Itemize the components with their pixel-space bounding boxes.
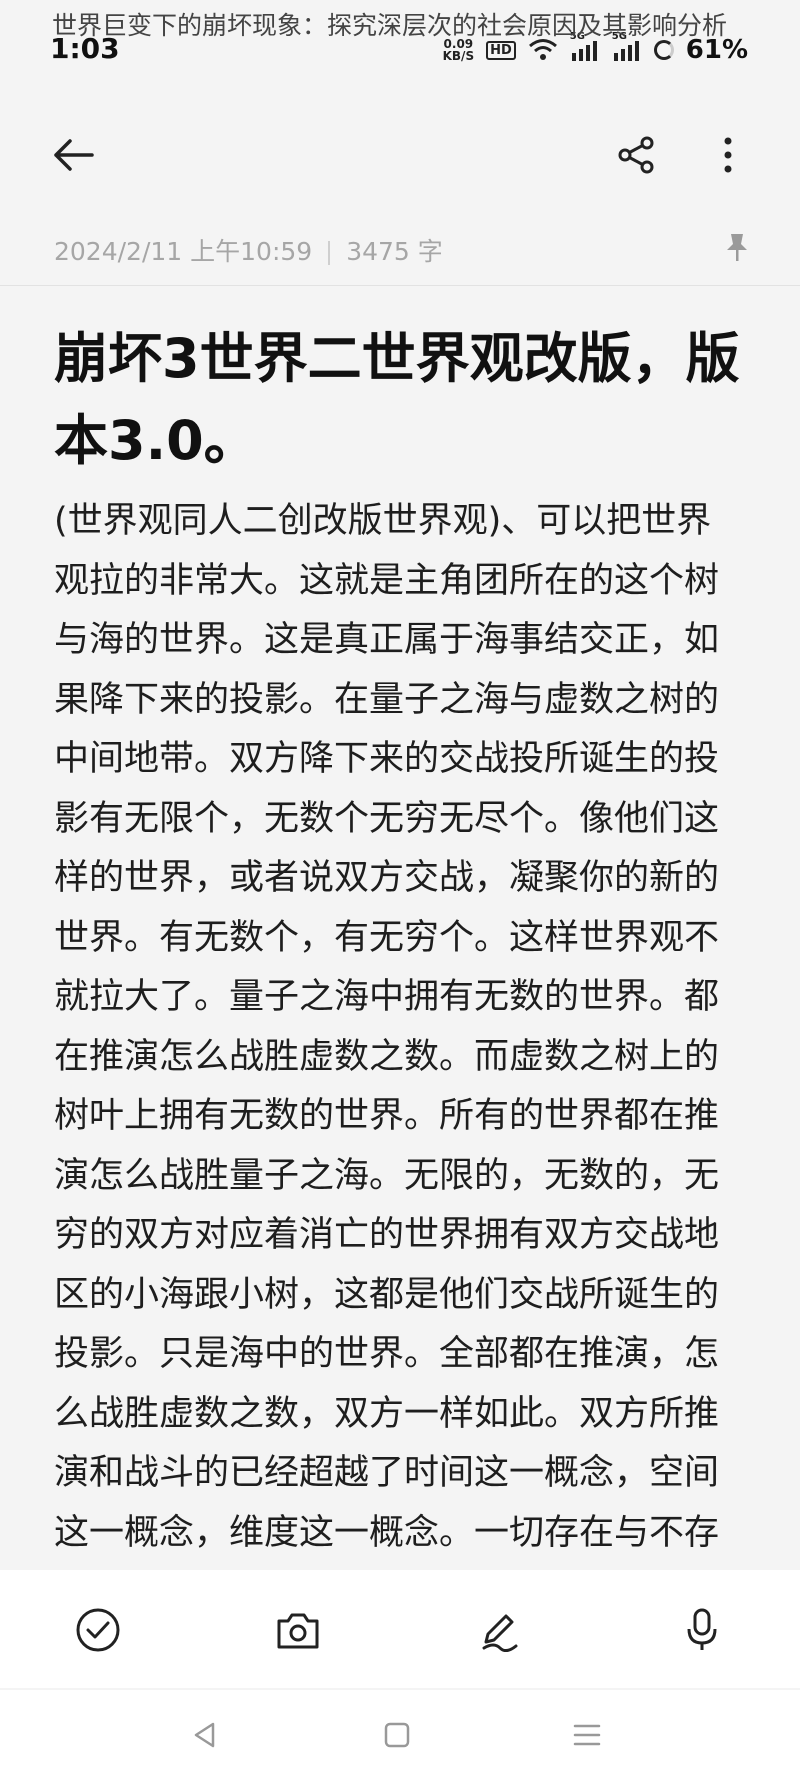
- note-body[interactable]: (世界观同人二创改版世界观)、可以把世界观拉的非常大。这就是主角团所在的这个树与…: [54, 492, 744, 1567]
- pin-button[interactable]: [724, 232, 750, 266]
- checklist-button[interactable]: [68, 1600, 128, 1660]
- system-nav-bar: [0, 1690, 800, 1778]
- pen-icon: [482, 1614, 518, 1652]
- note-date: 2024/2/11 上午10:59: [54, 237, 313, 266]
- back-button[interactable]: [44, 125, 104, 185]
- nav-recents-button[interactable]: [562, 1710, 612, 1760]
- note-title[interactable]: 崩坏3世界二世界观改版，版本3.0。: [54, 318, 754, 482]
- camera-icon: [277, 1613, 319, 1649]
- triangle-back-icon: [194, 1722, 215, 1748]
- word-count: 3475 字: [346, 237, 443, 266]
- arrow-left-icon: [54, 139, 94, 171]
- nav-home-button[interactable]: [372, 1710, 422, 1760]
- header-divider: [0, 285, 800, 286]
- bottom-action-bar: [0, 1570, 800, 1688]
- voice-input-button[interactable]: [672, 1600, 732, 1660]
- more-options-button[interactable]: [700, 125, 756, 185]
- share-icon: [618, 136, 654, 174]
- square-home-icon: [384, 1722, 410, 1748]
- note-toolbar: [0, 115, 800, 195]
- network-speed-unit: KB/S: [442, 49, 475, 63]
- hd-badge-icon: HD: [486, 40, 516, 60]
- note-meta: 2024/2/11 上午10:59 3475 字: [54, 232, 443, 268]
- meta-divider: [328, 241, 331, 265]
- overlay-caption: 世界巨变下的崩坏现象：探究深层次的社会原因及其影响分析: [52, 11, 728, 40]
- pen-button[interactable]: [470, 1600, 530, 1660]
- pin-icon: [727, 234, 747, 261]
- camera-button[interactable]: [268, 1600, 328, 1660]
- nav-back-button[interactable]: [180, 1710, 230, 1760]
- more-vertical-icon: [724, 137, 732, 173]
- menu-lines-icon: [573, 1724, 601, 1746]
- microphone-icon: [687, 1608, 717, 1650]
- battery-icon: [653, 40, 674, 60]
- check-circle-icon: [76, 1608, 120, 1652]
- share-button[interactable]: [606, 125, 666, 185]
